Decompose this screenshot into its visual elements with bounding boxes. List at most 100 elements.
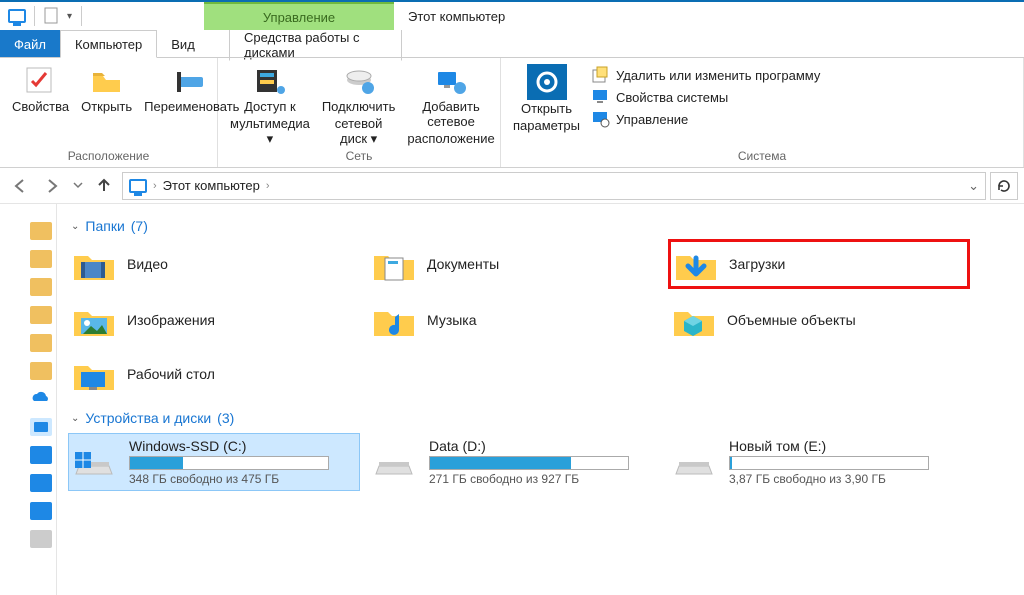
- folder-icon: [71, 244, 117, 284]
- folder-name: Загрузки: [729, 256, 785, 272]
- folder-item[interactable]: Загрузки: [669, 240, 969, 288]
- folder-item[interactable]: Изображения: [69, 298, 369, 342]
- btn-system-properties[interactable]: Свойства системы: [592, 88, 820, 106]
- group-network-label: Сеть: [224, 149, 494, 165]
- navtree-item[interactable]: [30, 306, 52, 324]
- btn-media-access[interactable]: Доступ к мультимедиа ▾: [224, 62, 316, 147]
- folder-name: Рабочий стол: [127, 366, 215, 382]
- nav-back[interactable]: [6, 172, 34, 200]
- folder-icon: [673, 244, 719, 284]
- checkmark-icon: [24, 64, 58, 98]
- contextual-tab-manage[interactable]: Управление: [204, 2, 394, 30]
- group-header-folders[interactable]: ⌄ Папки (7): [71, 218, 1012, 234]
- btn-refresh[interactable]: [990, 172, 1018, 200]
- btn-open[interactable]: Открыть: [75, 62, 138, 115]
- navtree-this-pc[interactable]: [30, 418, 52, 436]
- crumb-separator: ›: [153, 180, 157, 192]
- btn-map-drive[interactable]: Подключить сетевой диск ▾: [316, 62, 402, 147]
- lbl: параметры: [513, 119, 580, 134]
- nav-up[interactable]: [90, 172, 118, 200]
- drive-usage-bar: [129, 456, 329, 470]
- lbl: Подключить: [322, 100, 396, 115]
- lbl: Удалить или изменить программу: [616, 68, 820, 83]
- chevron-down-icon: ⌄: [71, 221, 79, 232]
- lbl: сетевой диск: [335, 116, 383, 146]
- qat-customize[interactable]: ▾: [67, 11, 77, 22]
- navtree-item[interactable]: [30, 446, 52, 464]
- drive-name: Новый том (E:): [729, 438, 929, 454]
- refresh-icon: [996, 178, 1012, 194]
- gear-icon: [527, 64, 567, 100]
- tab-view[interactable]: Вид: [157, 30, 209, 58]
- rename-icon: [175, 64, 209, 98]
- navtree-drive[interactable]: [30, 530, 52, 548]
- media-icon: [253, 64, 287, 98]
- blank-page-icon: [43, 7, 61, 25]
- lbl: расположение: [407, 132, 494, 147]
- tab-computer[interactable]: Компьютер: [60, 30, 157, 58]
- nav-forward[interactable]: [38, 172, 66, 200]
- group-header-drives[interactable]: ⌄ Устройства и диски (3): [71, 410, 1012, 426]
- btn-add-net-location[interactable]: Добавить сетевое расположение: [401, 62, 500, 147]
- crumb-root[interactable]: Этот компьютер: [163, 178, 260, 193]
- folder-item[interactable]: Рабочий стол: [69, 352, 369, 396]
- folder-name: Видео: [127, 256, 168, 272]
- folder-item[interactable]: Документы: [369, 240, 669, 288]
- lbl: Свойства системы: [616, 90, 728, 105]
- folder-item[interactable]: Музыка: [369, 298, 669, 342]
- navtree-item[interactable]: [30, 334, 52, 352]
- content-area: ⌄ Папки (7) Видео Документы Загрузки Изобра…: [57, 204, 1024, 595]
- navtree-onedrive[interactable]: [30, 390, 52, 408]
- app-icon[interactable]: [4, 3, 30, 29]
- drive-item[interactable]: Data (D:)271 ГБ свободно из 927 ГБ: [369, 434, 659, 490]
- folder-icon: [71, 354, 117, 394]
- chevron-down-icon: [73, 181, 83, 191]
- nav-recent[interactable]: [70, 172, 86, 200]
- navtree-item[interactable]: [30, 250, 52, 268]
- btn-manage[interactable]: Управление: [592, 110, 820, 128]
- navtree-item[interactable]: [30, 362, 52, 380]
- map-drive-icon: [342, 64, 376, 98]
- drive-usage-bar: [729, 456, 929, 470]
- arrow-up-icon: [94, 176, 114, 196]
- address-bar[interactable]: › Этот компьютер › ⌄: [122, 172, 986, 200]
- btn-properties[interactable]: Свойства: [6, 62, 75, 115]
- tab-drive-tools[interactable]: Средства работы с дисками: [229, 30, 402, 61]
- tab-file[interactable]: Файл: [0, 30, 60, 58]
- folder-name: Документы: [427, 256, 499, 272]
- address-dropdown[interactable]: ⌄: [968, 178, 979, 194]
- arrow-left-icon: [10, 176, 30, 196]
- folder-name: Изображения: [127, 312, 215, 328]
- drive-item[interactable]: Windows-SSD (C:)348 ГБ свободно из 475 Г…: [69, 434, 359, 490]
- group-drives-count: (3): [217, 410, 234, 426]
- folder-item[interactable]: Объемные объекты: [669, 298, 969, 342]
- group-folders-label: Папки: [85, 218, 124, 234]
- drive-icon: [373, 444, 415, 480]
- manage-icon: [592, 110, 610, 128]
- group-location-label: Расположение: [6, 149, 211, 165]
- quick-access-toolbar: ▾: [0, 2, 84, 30]
- chevron-down-icon: ⌄: [71, 413, 79, 424]
- navtree-item[interactable]: [30, 474, 52, 492]
- this-pc-icon: [129, 179, 147, 193]
- group-system-label: Система: [507, 149, 1017, 165]
- crumb-separator: ›: [266, 180, 270, 192]
- btn-open-label: Открыть: [81, 100, 132, 115]
- navtree-item[interactable]: [30, 222, 52, 240]
- navtree-item[interactable]: [30, 278, 52, 296]
- qat-placeholder[interactable]: [39, 3, 65, 29]
- drive-item[interactable]: Новый том (E:)3,87 ГБ свободно из 3,90 Г…: [669, 434, 959, 490]
- folder-name: Музыка: [427, 312, 477, 328]
- folder-icon: [371, 300, 417, 340]
- lbl: Открыть: [521, 102, 572, 117]
- folder-name: Объемные объекты: [727, 312, 856, 328]
- navtree-item[interactable]: [30, 502, 52, 520]
- folder-item[interactable]: Видео: [69, 240, 369, 288]
- btn-open-settings[interactable]: Открыть параметры: [507, 62, 586, 134]
- navigation-pane[interactable]: [0, 204, 57, 595]
- btn-uninstall-programs[interactable]: Удалить или изменить программу: [592, 66, 820, 84]
- programs-icon: [592, 66, 610, 84]
- arrow-right-icon: [42, 176, 62, 196]
- lbl: Доступ к: [244, 100, 296, 115]
- group-drives-label: Устройства и диски: [85, 410, 211, 426]
